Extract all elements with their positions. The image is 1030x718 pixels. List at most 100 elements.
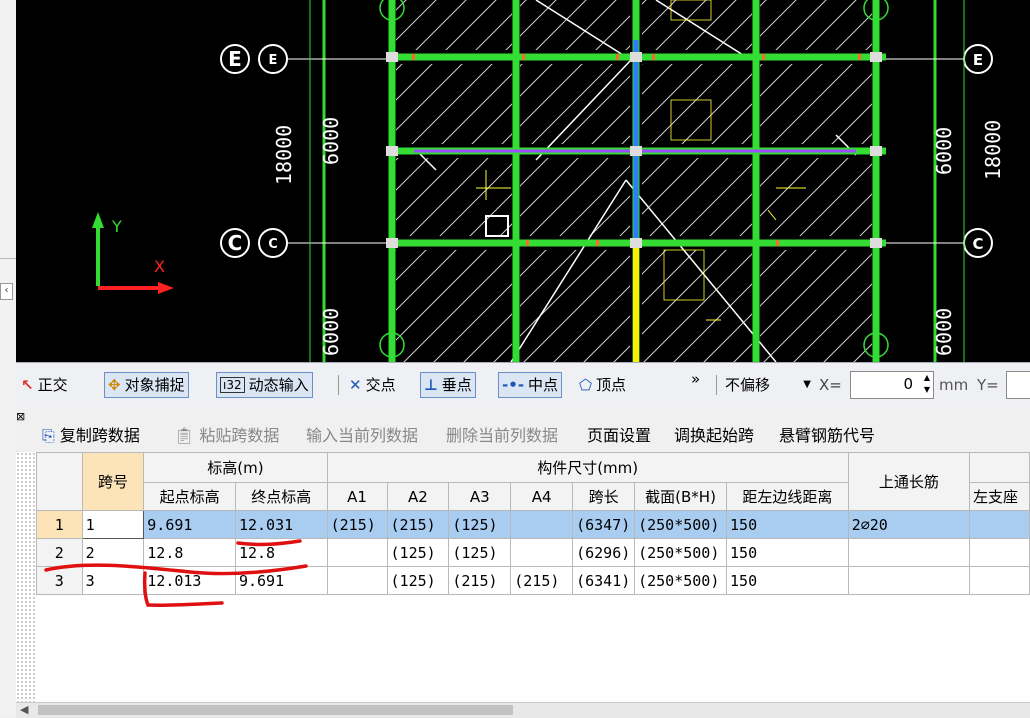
page-setup-button[interactable]: 页面设置 bbox=[587, 422, 651, 446]
cell-a3[interactable]: (215) bbox=[448, 566, 512, 595]
delete-column-button[interactable]: 删除当前列数据 bbox=[446, 422, 558, 446]
copy-span-label: 复制跨数据 bbox=[59, 426, 140, 445]
cell-left-support[interactable] bbox=[968, 538, 1030, 567]
dynamic-input-button[interactable]: ı32 动态输入 bbox=[216, 372, 313, 398]
cell-a1[interactable]: (215) bbox=[326, 510, 388, 539]
cell-a2[interactable]: (125) bbox=[386, 538, 450, 567]
cell-left-support[interactable] bbox=[968, 566, 1030, 595]
table-row[interactable]: 1 1 9.691 12.031 (215) (215) (125) (6347… bbox=[36, 510, 1030, 539]
cell-span-length[interactable]: (6341) bbox=[572, 566, 636, 595]
cell-a4[interactable] bbox=[510, 510, 574, 539]
paste-span-button[interactable]: 📋︎ 粘贴跨数据 bbox=[174, 422, 279, 446]
toolbar-more-button[interactable]: » bbox=[688, 366, 703, 392]
header-a1: A1 bbox=[326, 482, 388, 511]
x-coordinate-input[interactable]: 0 ▲ ▼ bbox=[850, 371, 934, 399]
cell-section[interactable]: (250*500) bbox=[634, 538, 728, 567]
scroll-left-icon[interactable]: ◀ bbox=[20, 703, 28, 716]
cell-distance[interactable]: 150 bbox=[726, 538, 849, 567]
midpoint-icon: -•- bbox=[502, 376, 525, 394]
cell-end-elevation[interactable]: 9.691 bbox=[234, 566, 328, 595]
cell-span[interactable]: 1 bbox=[81, 510, 145, 539]
perpendicular-icon: ⊥ bbox=[424, 376, 438, 394]
original-dimension-pane-toolbar: ⊠ ⎘ 复制跨数据 📋︎ 粘贴跨数据 输入当前列数据 删除当前列数据 页面设置 … bbox=[16, 406, 1030, 451]
more-icon: » bbox=[691, 370, 701, 388]
dim-18000-left: 18000 bbox=[272, 125, 296, 185]
vertex-icon: ⬠ bbox=[579, 376, 593, 394]
header-elevation: 标高(m) bbox=[143, 452, 328, 483]
perpendicular-label: 垂点 bbox=[441, 376, 472, 394]
vertex-snap-button[interactable]: ⬠ 顶点 bbox=[576, 372, 629, 398]
cell-left-support[interactable] bbox=[968, 510, 1030, 539]
spinner-icon[interactable]: ▲ ▼ bbox=[924, 372, 930, 396]
cell-a4[interactable] bbox=[510, 538, 574, 567]
span-data-grid: 跨号 标高(m) 构件尺寸(mm) 上通长筋 起点标高 终点标高 A1 A2 A… bbox=[36, 452, 1030, 702]
cell-top-rebar[interactable] bbox=[847, 538, 970, 567]
cantilever-code-button[interactable]: 悬臂钢筋代号 bbox=[779, 422, 875, 446]
horizontal-scrollbar[interactable]: ◀ bbox=[16, 702, 1030, 718]
cell-a1[interactable] bbox=[326, 538, 388, 567]
header-start-elevation: 起点标高 bbox=[143, 482, 236, 511]
header-top-rebar: 上通长筋 bbox=[847, 452, 970, 511]
cell-span-length[interactable]: (6347) bbox=[572, 510, 636, 539]
y-label-text: Y= bbox=[977, 376, 999, 394]
object-snap-button[interactable]: ✥ 对象捕捉 bbox=[104, 372, 189, 398]
input-column-button[interactable]: 输入当前列数据 bbox=[306, 422, 418, 446]
header-section: 截面(B*H) bbox=[634, 482, 728, 511]
dim-6000-right-top: 6000 bbox=[932, 127, 956, 175]
cell-top-rebar[interactable]: 2⌀20 bbox=[847, 510, 970, 539]
cell-distance[interactable]: 150 bbox=[726, 510, 849, 539]
intersection-snap-button[interactable]: ✕ 交点 bbox=[346, 372, 399, 398]
ortho-button[interactable]: ↖ 正交 bbox=[18, 372, 71, 398]
cell-top-rebar[interactable] bbox=[847, 566, 970, 595]
collapse-icon[interactable]: ‹ bbox=[0, 283, 13, 300]
cell-start-elevation[interactable]: 12.013 bbox=[143, 566, 236, 595]
ucs-x: X bbox=[154, 257, 165, 276]
copy-span-button[interactable]: ⎘ 复制跨数据 bbox=[42, 422, 140, 446]
separator bbox=[716, 375, 717, 395]
cell-span[interactable]: 2 bbox=[81, 538, 145, 567]
midpoint-snap-button[interactable]: -•- 中点 bbox=[498, 372, 563, 398]
cell-distance[interactable]: 150 bbox=[726, 566, 849, 595]
scroll-thumb[interactable] bbox=[38, 705, 513, 715]
cell-a4[interactable]: (215) bbox=[510, 566, 574, 595]
y-coordinate-input[interactable] bbox=[1006, 371, 1030, 399]
dim-18000-right: 18000 bbox=[981, 120, 1005, 180]
swap-start-span-button[interactable]: 调换起始跨 bbox=[674, 422, 754, 446]
cell-end-elevation[interactable]: 12.8 bbox=[234, 538, 328, 567]
cell-a3[interactable]: (125) bbox=[448, 538, 512, 567]
axis-c-right: C bbox=[972, 235, 983, 253]
x-value: 0 bbox=[903, 375, 913, 393]
cell-span[interactable]: 3 bbox=[81, 566, 145, 595]
dim-6000-right-bottom: 6000 bbox=[932, 308, 956, 356]
vertex-label: 顶点 bbox=[596, 376, 627, 394]
cell-end-elevation[interactable]: 12.031 bbox=[234, 510, 328, 539]
cell-start-elevation[interactable]: 12.8 bbox=[143, 538, 236, 567]
cell-a2[interactable]: (215) bbox=[386, 510, 450, 539]
snap-icon: ✥ bbox=[108, 376, 121, 394]
cell-section[interactable]: (250*500) bbox=[634, 566, 728, 595]
row-number: 3 bbox=[36, 566, 83, 595]
header-left-support: 左支座 bbox=[968, 482, 1030, 511]
offset-select[interactable]: 不偏移 ▼ bbox=[722, 372, 814, 398]
cell-span-length[interactable]: (6296) bbox=[572, 538, 636, 567]
cell-start-elevation[interactable]: 9.691 bbox=[143, 510, 236, 539]
dynamic-input-label: 动态输入 bbox=[248, 376, 309, 394]
axis-e-right: E bbox=[973, 51, 983, 69]
cell-a1[interactable] bbox=[326, 566, 388, 595]
cad-canvas[interactable]: E E C C E C 18000 6000 6000 6000 18000 6… bbox=[16, 0, 1030, 362]
perpendicular-snap-button[interactable]: ⊥ 垂点 bbox=[420, 372, 476, 398]
offset-select-value: 不偏移 bbox=[725, 376, 771, 394]
header-end-elevation: 终点标高 bbox=[234, 482, 328, 511]
cell-section[interactable]: (250*500) bbox=[634, 510, 728, 539]
grid-gutter bbox=[16, 452, 37, 702]
table-row[interactable]: 2 2 12.8 12.8 (125) (125) (6296) (250*50… bbox=[36, 538, 1030, 567]
ortho-label: 正交 bbox=[37, 376, 68, 394]
axis-c-left: C bbox=[228, 231, 243, 255]
divider bbox=[0, 258, 16, 259]
table-row[interactable]: 3 3 12.013 9.691 (125) (215) (215) (6341… bbox=[36, 566, 1030, 595]
dim-6000-left-top: 6000 bbox=[319, 117, 343, 165]
pane-close-icon[interactable]: ⊠ bbox=[16, 410, 25, 423]
cell-a3[interactable]: (125) bbox=[448, 510, 512, 539]
snap-label: 对象捕捉 bbox=[124, 376, 185, 394]
cell-a2[interactable]: (125) bbox=[386, 566, 450, 595]
